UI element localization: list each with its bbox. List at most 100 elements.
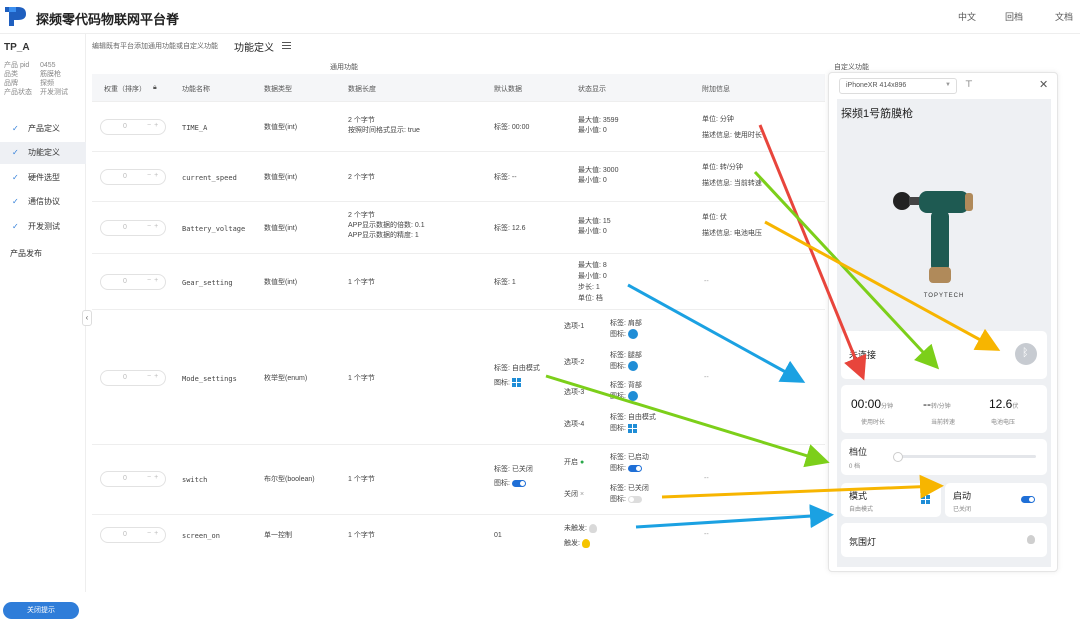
table-row: 0 −+ current_speed 数值型(int) 2 个字节 标签: -- … bbox=[92, 152, 825, 202]
check-icon: ✓ bbox=[12, 173, 19, 182]
meta-status: 产品状态 开发测试 bbox=[4, 89, 68, 96]
col-name: 功能名称 bbox=[182, 86, 210, 93]
light-card[interactable]: 氛围灯 bbox=[841, 523, 1047, 557]
weight-stepper[interactable]: 0 −+ bbox=[100, 169, 166, 185]
nav-docs[interactable]: 文档 bbox=[1055, 10, 1073, 23]
function-name: current_speed bbox=[182, 174, 237, 182]
device-name: 探频1号筋膜枪 bbox=[841, 108, 914, 120]
gear-value: 0 档 bbox=[849, 464, 861, 470]
power-toggle[interactable] bbox=[1021, 496, 1035, 503]
function-name: switch bbox=[182, 476, 208, 484]
table-row: 0 −+ Gear_setting 数值型(int) 1 个字节 标签: 1 最大… bbox=[92, 254, 825, 310]
sidebar-item-hardware[interactable]: ✓ 硬件选型 bbox=[0, 167, 86, 189]
grid-icon bbox=[627, 423, 637, 433]
platform-title: 探频零代码物联网平台脊 bbox=[36, 12, 180, 27]
table-row: 0 −+ Mode_settings 枚举型(enum) 1 个字节 标签: 自由… bbox=[92, 310, 825, 445]
bulb-icon[interactable] bbox=[1027, 535, 1035, 544]
enum-option-detail: 标签: 自由模式 图标: bbox=[610, 414, 656, 433]
weight-stepper[interactable]: 0 −+ bbox=[100, 370, 166, 386]
collapse-sidebar-button[interactable]: ‹ bbox=[82, 310, 92, 326]
default-data: 标签: -- bbox=[494, 174, 517, 181]
data-type: 布尔型(boolean) bbox=[264, 476, 315, 483]
nav-language[interactable]: 中文 bbox=[958, 10, 976, 23]
data-length: 1 个字节 bbox=[348, 375, 375, 382]
phone-screen: 探频1号筋膜枪 TOPYTECH 未连接 00:00分钟 使用时长 --转/分钟… bbox=[837, 99, 1051, 567]
enum-option: 选项-2 bbox=[564, 359, 585, 366]
data-length: 2 个字节 bbox=[348, 174, 375, 181]
stat-voltage: 12.6伏 bbox=[989, 397, 1019, 411]
back-icon bbox=[627, 391, 638, 402]
trigger-display: 未触发: 触发: bbox=[564, 521, 597, 551]
meta-brand: 品牌 探频 bbox=[4, 80, 54, 87]
stat-voltage-label: 电池电压 bbox=[991, 420, 1016, 426]
grid-icon bbox=[921, 495, 930, 504]
menu-icon[interactable] bbox=[282, 42, 291, 49]
extra-info: -- bbox=[704, 374, 709, 381]
connect-card[interactable]: 未连接 bbox=[841, 331, 1047, 379]
brand-text: TOPYTECH bbox=[923, 293, 965, 299]
bluetooth-icon[interactable] bbox=[1015, 343, 1037, 365]
stat-time-label: 使用时长 bbox=[861, 420, 886, 426]
col-extra: 附加信息 bbox=[702, 86, 730, 93]
col-type: 数据类型 bbox=[264, 86, 292, 93]
sidebar-item-dev-test[interactable]: ✓ 开发测试 bbox=[0, 216, 86, 238]
extra-info: 单位: 分钟 描述信息: 使用时长 bbox=[702, 116, 762, 139]
power-title: 启动 bbox=[953, 491, 972, 501]
power-card[interactable]: 启动 已关闭 bbox=[945, 483, 1047, 517]
data-type: 数值型(int) bbox=[264, 279, 298, 286]
data-length: 2 个字节 按照时间格式显示: true bbox=[348, 117, 420, 134]
status-display: 最大值: 8 最小值: 0 步长: 1 单位: 档 bbox=[578, 262, 607, 302]
platform-logo bbox=[5, 7, 26, 26]
sidebar-item-function-define[interactable]: ✓ 功能定义 bbox=[0, 142, 86, 164]
enum-option-detail: 标签: 腿部 图标: bbox=[610, 352, 642, 372]
shoulder-icon bbox=[627, 329, 638, 340]
stat-speed-label: 当前转速 bbox=[931, 420, 956, 426]
stats-card: 00:00分钟 使用时长 --转/分钟 当前转速 12.6伏 电池电压 bbox=[841, 385, 1047, 433]
weight-stepper[interactable]: 0 −+ bbox=[100, 119, 166, 135]
pin-icon[interactable]: ⊤ bbox=[965, 79, 973, 90]
sidebar: TP_A 产品 pid 0455 品类 筋膜枪 品牌 探频 产品状态 开发测试 ✓ 产品定… bbox=[0, 34, 86, 619]
toggle-on-icon bbox=[627, 464, 642, 472]
extra-info: -- bbox=[704, 278, 709, 285]
bulb-on-icon bbox=[581, 538, 590, 548]
gear-slider[interactable] bbox=[893, 452, 1036, 462]
massage-gun-image bbox=[893, 191, 973, 283]
sidebar-item-product-define[interactable]: ✓ 产品定义 bbox=[0, 118, 86, 140]
section-general: 通用功能 bbox=[330, 64, 358, 71]
close-icon[interactable]: ✕ bbox=[1039, 78, 1048, 91]
default-data: 标签: 已关闭 图标: bbox=[494, 466, 533, 487]
sidebar-item-protocol[interactable]: ✓ 通信协议 bbox=[0, 191, 86, 213]
check-icon: ✓ bbox=[12, 197, 19, 206]
weight-stepper[interactable]: 0 −+ bbox=[100, 527, 166, 543]
mode-card[interactable]: 模式 自由模式 bbox=[841, 483, 941, 517]
function-name: screen_on bbox=[182, 532, 220, 540]
status-display: 最大值: 3000 最小值: 0 bbox=[578, 167, 619, 184]
check-icon: ✓ bbox=[12, 148, 19, 157]
gear-card[interactable]: 档位 0 档 bbox=[841, 439, 1047, 475]
weight-stepper[interactable]: 0 −+ bbox=[100, 471, 166, 487]
col-weight: 权重（排序） bbox=[104, 86, 146, 93]
data-type: 枚举型(enum) bbox=[264, 375, 308, 382]
nav-back[interactable]: 回档 bbox=[1005, 10, 1023, 23]
weight-stepper[interactable]: 0 −+ bbox=[100, 274, 166, 290]
default-data: 标签: 自由模式 图标: bbox=[494, 365, 540, 387]
device-select[interactable]: iPhoneXR 414x896 ▼ bbox=[839, 78, 957, 94]
sidebar-item-publish[interactable]: 产品发布 bbox=[10, 248, 42, 259]
lock-icon: 🔒︎ bbox=[153, 84, 157, 91]
check-icon: ✓ bbox=[12, 222, 19, 231]
data-type: 数值型(int) bbox=[264, 225, 298, 232]
chevron-down-icon: ▼ bbox=[945, 82, 951, 88]
light-title: 氛围灯 bbox=[849, 537, 877, 547]
check-icon: ✓ bbox=[12, 124, 19, 133]
data-length: 1 个字节 bbox=[348, 532, 375, 539]
close-tips-button[interactable]: 关闭提示 bbox=[3, 602, 79, 619]
bool-off-detail: 标签: 已关闭 图标: bbox=[610, 485, 649, 503]
status-display: 最大值: 15 最小值: 0 bbox=[578, 218, 611, 235]
weight-stepper[interactable]: 0 −+ bbox=[100, 220, 166, 236]
enum-option: 选项-3 bbox=[564, 389, 585, 396]
function-name: Battery_voltage bbox=[182, 225, 246, 233]
enum-option: 选项-1 bbox=[564, 323, 585, 330]
toggle-icon bbox=[511, 479, 526, 487]
data-length: 2 个字节 APP显示数据的倍数: 0.1 APP显示数据的精度: 1 bbox=[348, 212, 425, 239]
enum-option-detail: 标签: 背部 图标: bbox=[610, 382, 642, 402]
